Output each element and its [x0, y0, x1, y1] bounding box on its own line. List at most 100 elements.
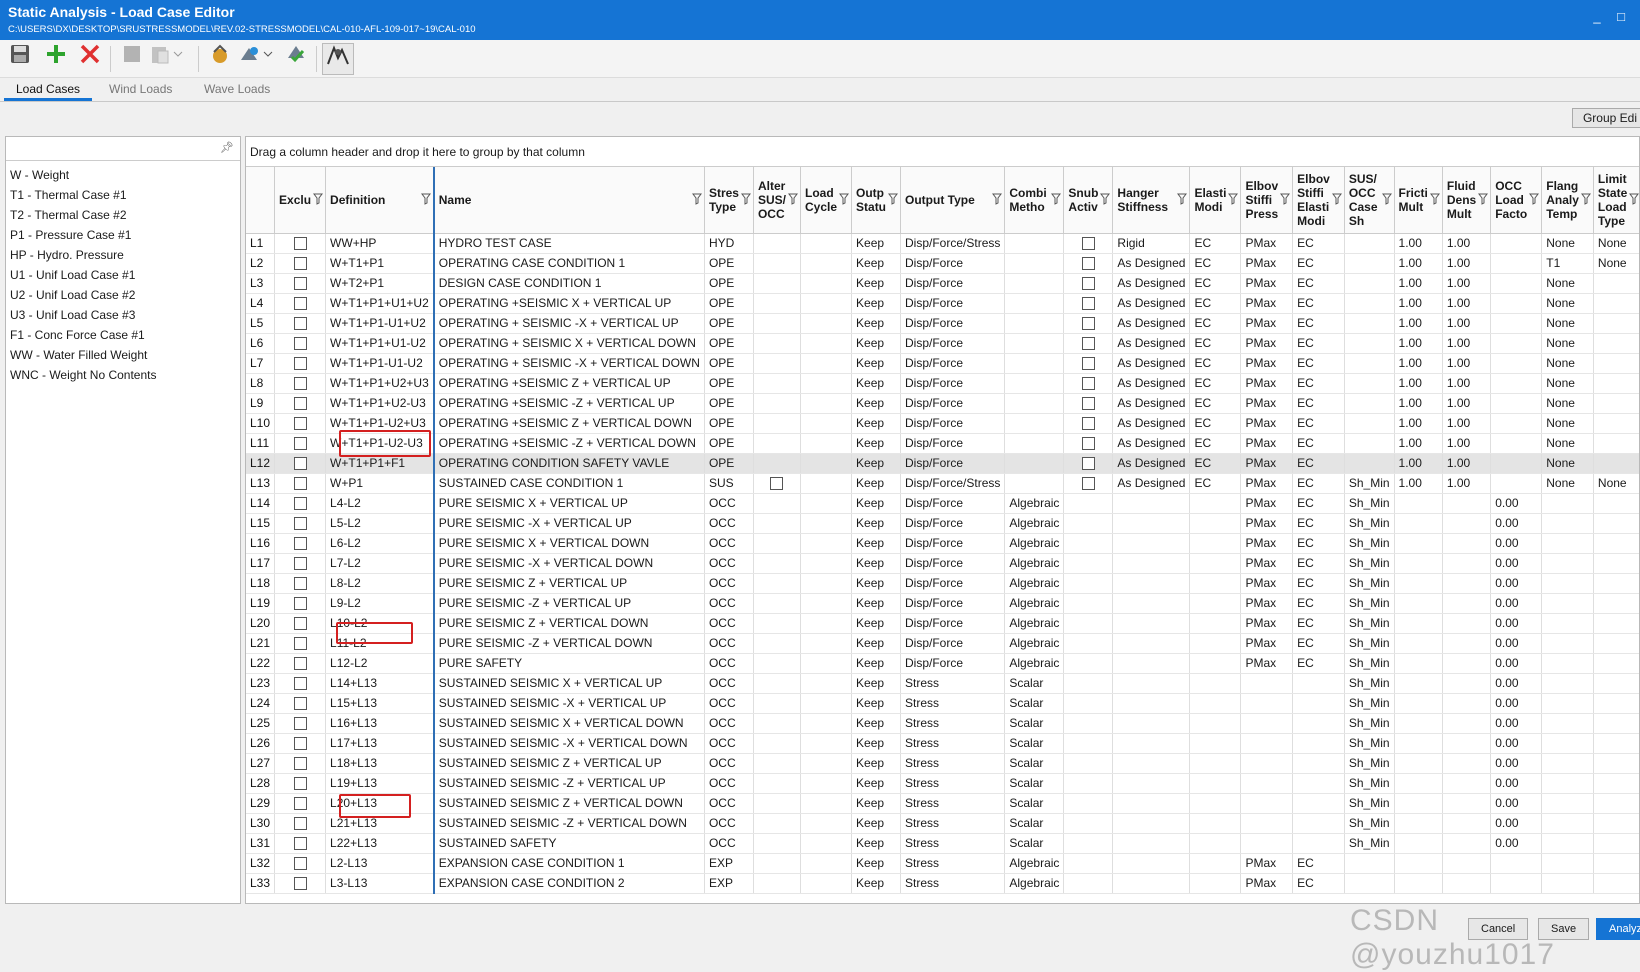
- exclude-checkbox[interactable]: [293, 437, 307, 451]
- cell-fluid-density-mult[interactable]: 1.00: [1442, 373, 1492, 394]
- column-header-occ-load-factor[interactable]: OCC Load Facto: [1490, 167, 1543, 234]
- cell-elbow-stiff-press[interactable]: PMax: [1240, 253, 1294, 274]
- snubber-checkbox[interactable]: [1081, 337, 1095, 351]
- exclude-checkbox[interactable]: [293, 877, 307, 891]
- cell-elbow-stiff-press[interactable]: [1240, 713, 1294, 734]
- cell-definition[interactable]: L8-L2: [325, 573, 435, 594]
- cell-output-status[interactable]: Keep: [851, 753, 902, 774]
- cell-elastic-modulus[interactable]: [1189, 573, 1242, 594]
- cell-definition[interactable]: W+T1+P1+U2-U3: [325, 393, 435, 414]
- cell-limit-state-load-type[interactable]: [1593, 333, 1639, 354]
- cell-stress-type[interactable]: SUS: [704, 473, 754, 494]
- cell-exclude[interactable]: [274, 453, 327, 474]
- cell-output-status[interactable]: Keep: [851, 633, 902, 654]
- exclude-checkbox[interactable]: [293, 677, 307, 691]
- exclude-checkbox[interactable]: [293, 617, 307, 631]
- cell-alt-sus-occ[interactable]: [753, 353, 801, 374]
- cell-load-cycle[interactable]: [800, 733, 853, 754]
- cell-output-type[interactable]: Stress: [900, 693, 1006, 714]
- cell-sus-occ-case-sh[interactable]: [1344, 313, 1395, 334]
- cell-output-status[interactable]: Keep: [851, 233, 902, 254]
- cell-occ-load-factor[interactable]: [1490, 273, 1543, 294]
- cell-combination-method[interactable]: Algebraic: [1004, 653, 1065, 674]
- cell-definition[interactable]: L19+L13: [325, 773, 435, 794]
- cell-definition[interactable]: W+T1+P1-U1+U2: [325, 313, 435, 334]
- cell-output-type[interactable]: Disp/Force: [900, 533, 1006, 554]
- table-row[interactable]: L14 L4-L2 PURE SEISMIC X + VERTICAL UP OCC K…: [246, 493, 1639, 514]
- cell-snubbers-active[interactable]: [1063, 633, 1114, 654]
- cell-combination-method[interactable]: Scalar: [1004, 693, 1065, 714]
- exclude-checkbox[interactable]: [293, 737, 307, 751]
- cell-occ-load-factor[interactable]: [1490, 853, 1543, 874]
- cell-exclude[interactable]: [274, 653, 327, 674]
- cell-snubbers-active[interactable]: [1063, 833, 1114, 854]
- cell-alt-sus-occ[interactable]: [753, 273, 801, 294]
- basic-load-item[interactable]: T1 - Thermal Case #1: [6, 185, 240, 205]
- cell-friction-mult[interactable]: [1394, 793, 1443, 814]
- exclude-checkbox[interactable]: [293, 357, 307, 371]
- cell-elbow-stiff-press[interactable]: PMax: [1240, 433, 1294, 454]
- cell-output-type[interactable]: Disp/Force: [900, 413, 1006, 434]
- cell-alt-sus-occ[interactable]: [753, 533, 801, 554]
- cell-occ-load-factor[interactable]: 0.00: [1490, 693, 1543, 714]
- cell-sus-occ-case-sh[interactable]: [1344, 233, 1395, 254]
- cell-elbow-stiff-press[interactable]: PMax: [1240, 513, 1294, 534]
- cell-friction-mult[interactable]: [1394, 513, 1443, 534]
- cell-definition[interactable]: W+T1+P1+U2+U3: [325, 373, 435, 394]
- cell-load-cycle[interactable]: [800, 673, 853, 694]
- cell-output-type[interactable]: Disp/Force: [900, 573, 1006, 594]
- cell-flange-analysis-temp[interactable]: [1541, 533, 1594, 554]
- cell-stress-type[interactable]: EXP: [704, 873, 754, 894]
- filter-icon[interactable]: [1529, 193, 1540, 205]
- exclude-checkbox[interactable]: [293, 777, 307, 791]
- cell-output-status[interactable]: Keep: [851, 853, 902, 874]
- cell-friction-mult[interactable]: [1394, 713, 1443, 734]
- cell-output-status[interactable]: Keep: [851, 873, 902, 894]
- cell-fluid-density-mult[interactable]: 1.00: [1442, 413, 1492, 434]
- cell-combination-method[interactable]: Algebraic: [1004, 553, 1065, 574]
- cell-sus-occ-case-sh[interactable]: [1344, 293, 1395, 314]
- cell-flange-analysis-temp[interactable]: None: [1541, 393, 1594, 414]
- cell-hanger-stiffness[interactable]: As Designed: [1112, 313, 1191, 334]
- cell-friction-mult[interactable]: 1.00: [1394, 333, 1443, 354]
- cell-limit-state-load-type[interactable]: [1593, 613, 1639, 634]
- cell-stress-type[interactable]: OCC: [704, 713, 754, 734]
- cell-exclude[interactable]: [274, 373, 327, 394]
- cell-load-cycle[interactable]: [800, 553, 853, 574]
- cell-output-status[interactable]: Keep: [851, 413, 902, 434]
- save-icon[interactable]: [4, 43, 36, 75]
- cell-elbow-stiff-press[interactable]: PMax: [1240, 233, 1294, 254]
- cell-output-type[interactable]: Disp/Force: [900, 433, 1006, 454]
- cell-alt-sus-occ[interactable]: [753, 293, 801, 314]
- cell-exclude[interactable]: [274, 753, 327, 774]
- cell-fluid-density-mult[interactable]: [1442, 753, 1492, 774]
- cell-output-type[interactable]: Stress: [900, 673, 1006, 694]
- cell-load-cycle[interactable]: [800, 573, 853, 594]
- cell-output-type[interactable]: Disp/Force: [900, 593, 1006, 614]
- cell-exclude[interactable]: [274, 553, 327, 574]
- cell-load-cycle[interactable]: [800, 233, 853, 254]
- cell-elbow-stiff-elastic[interactable]: EC: [1292, 253, 1345, 274]
- cell-snubbers-active[interactable]: [1063, 393, 1114, 414]
- cell-flange-analysis-temp[interactable]: [1541, 593, 1594, 614]
- cell-definition[interactable]: W+P1: [325, 473, 435, 494]
- cell-sus-occ-case-sh[interactable]: Sh_Min: [1344, 593, 1395, 614]
- cell-occ-load-factor[interactable]: [1490, 253, 1543, 274]
- cell-hanger-stiffness[interactable]: As Designed: [1112, 393, 1191, 414]
- cell-hanger-stiffness[interactable]: As Designed: [1112, 373, 1191, 394]
- cell-output-type[interactable]: Disp/Force: [900, 353, 1006, 374]
- tab-load-cases[interactable]: Load Cases: [4, 82, 93, 101]
- cell-elbow-stiff-elastic[interactable]: EC: [1292, 293, 1345, 314]
- cell-alt-sus-occ[interactable]: [753, 873, 801, 894]
- cell-hanger-stiffness[interactable]: As Designed: [1112, 433, 1191, 454]
- column-header-hanger-stiffness[interactable]: Hanger Stiffness: [1112, 167, 1191, 234]
- cell-output-type[interactable]: Disp/Force: [900, 313, 1006, 334]
- cell-combination-method[interactable]: Algebraic: [1004, 493, 1065, 514]
- cell-occ-load-factor[interactable]: [1490, 433, 1543, 454]
- cell-limit-state-load-type[interactable]: [1593, 833, 1639, 854]
- cell-elbow-stiff-press[interactable]: PMax: [1240, 613, 1294, 634]
- cell-output-status[interactable]: Keep: [851, 313, 902, 334]
- cell-friction-mult[interactable]: 1.00: [1394, 293, 1443, 314]
- cell-combination-method[interactable]: [1004, 393, 1065, 414]
- cell-load-cycle[interactable]: [800, 353, 853, 374]
